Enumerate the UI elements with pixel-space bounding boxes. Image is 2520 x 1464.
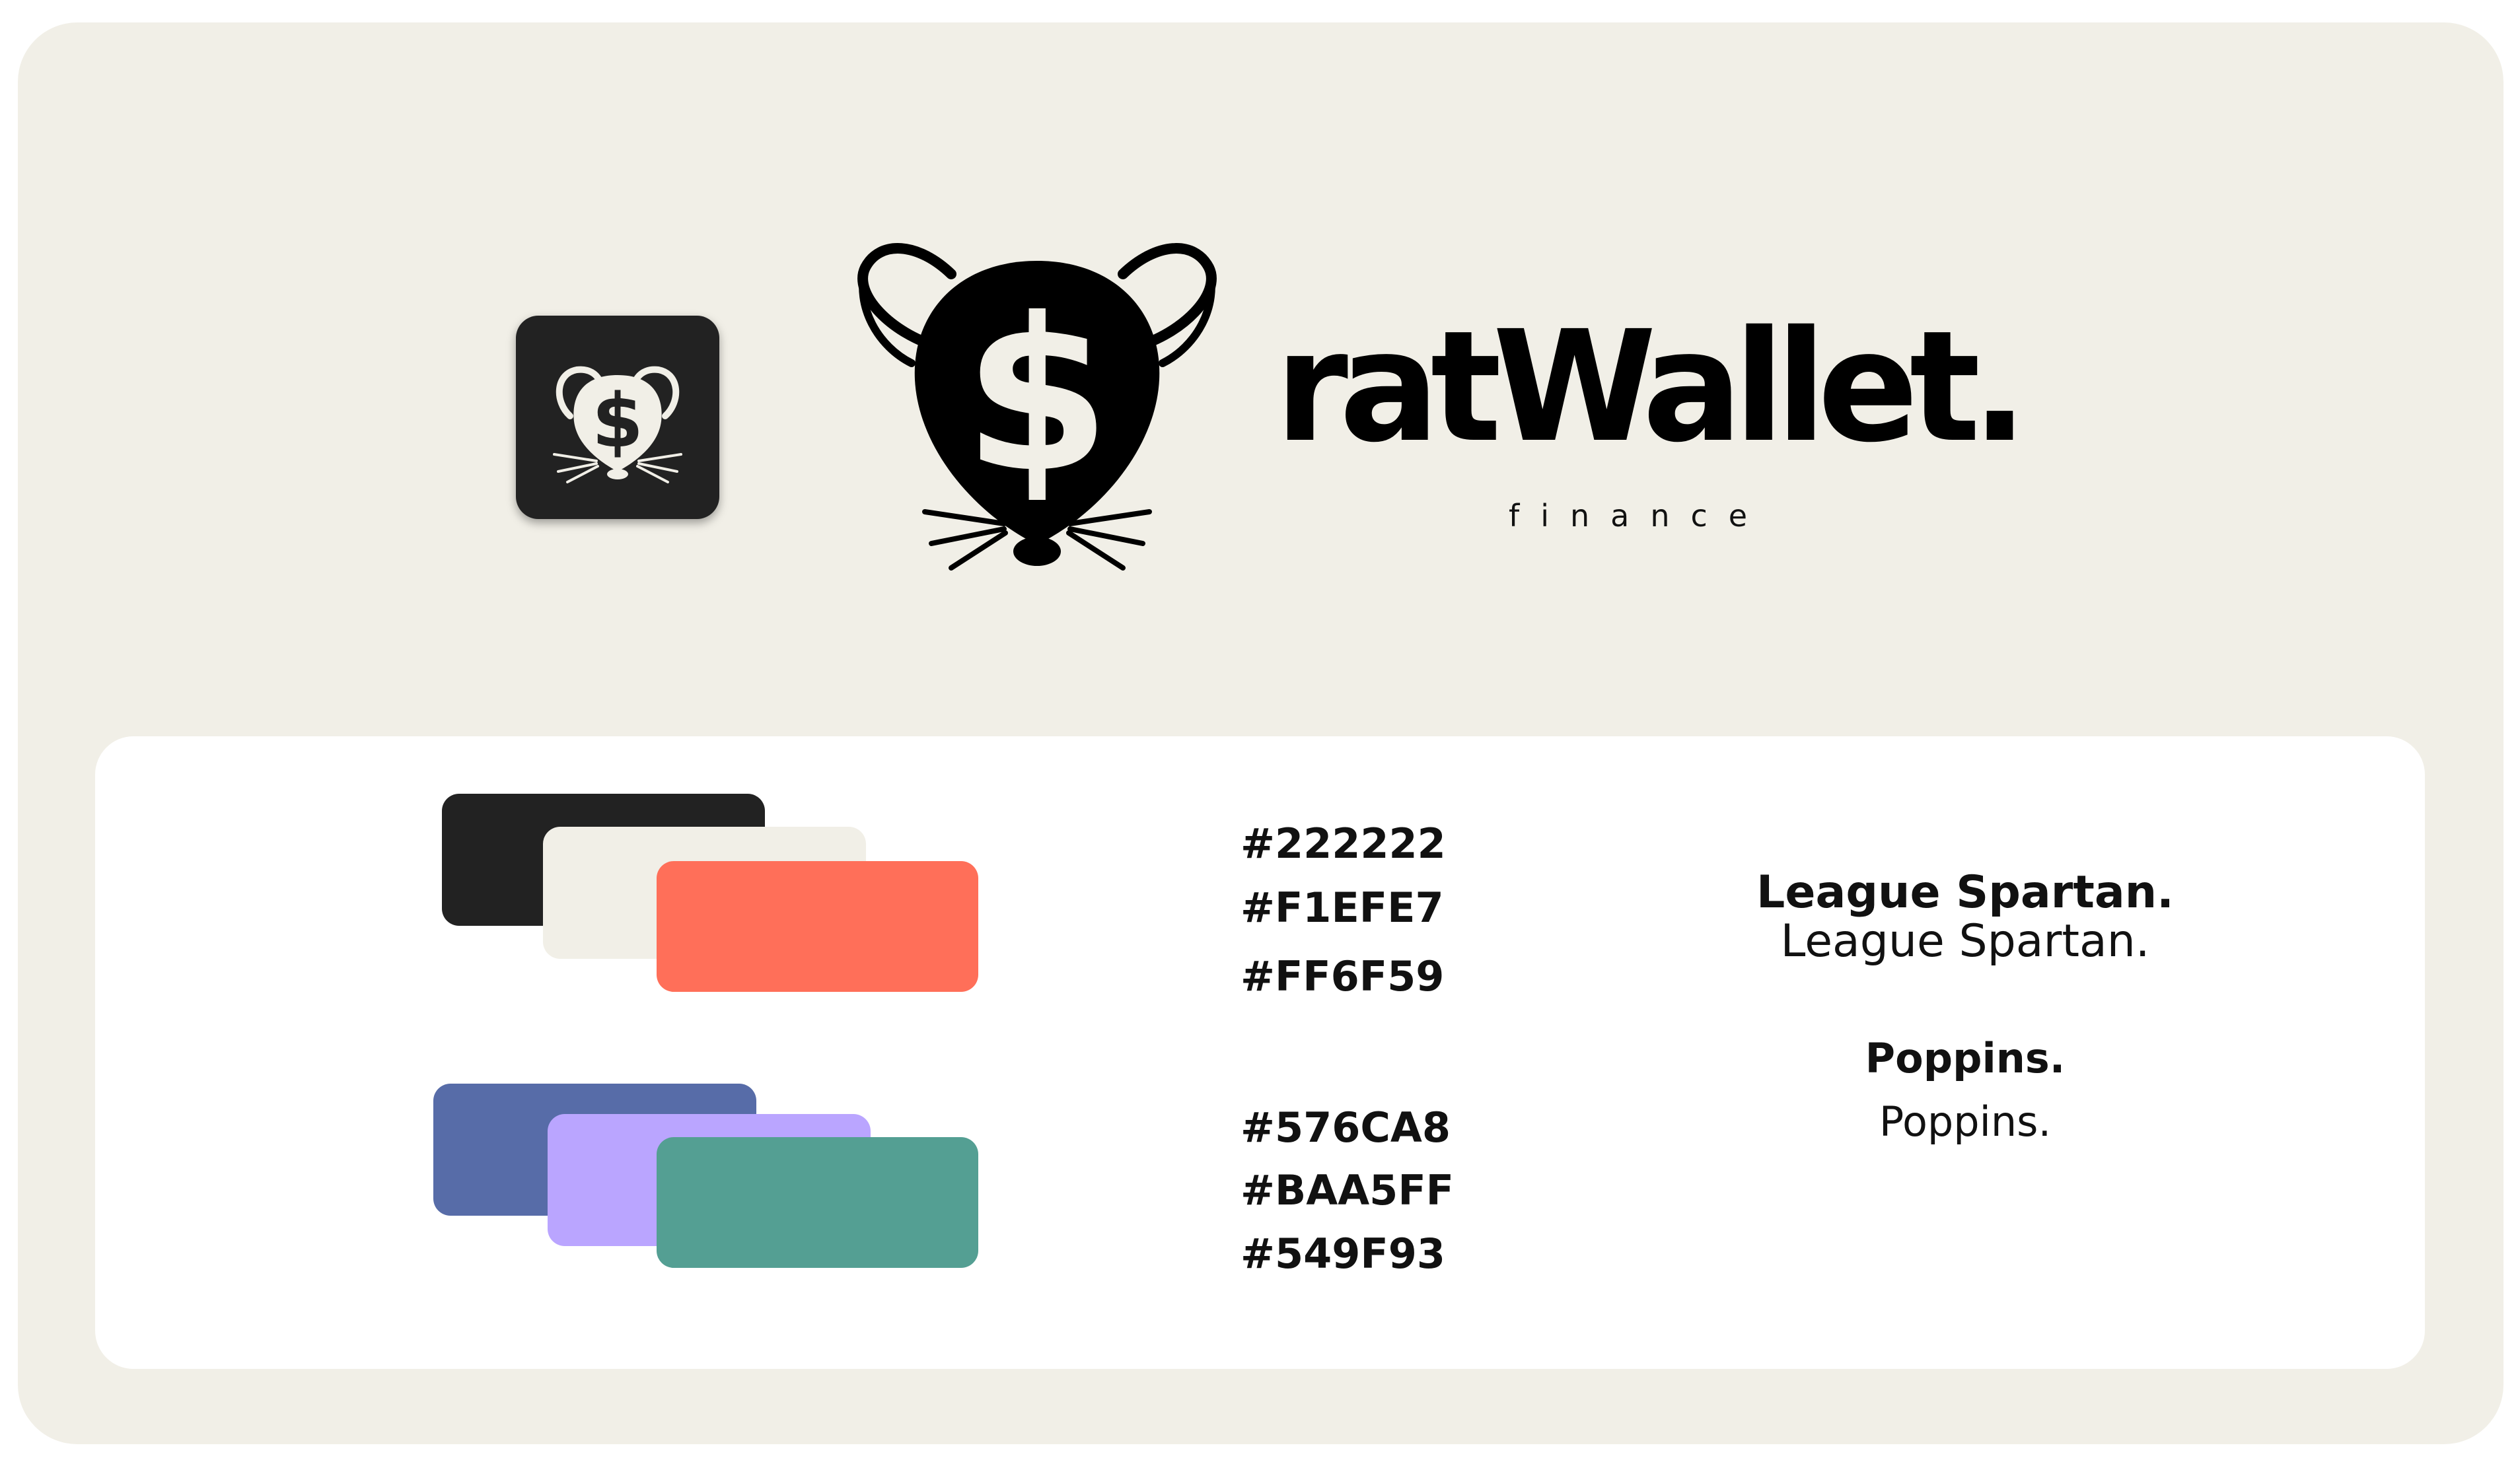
hex-code-label: #FF6F59 xyxy=(1241,952,1445,1000)
brand-wordmark: ratWallet. finance xyxy=(1275,310,2028,535)
font-sample-body-regular: Poppins. xyxy=(1879,1098,2052,1146)
hex-code-label: #549F93 xyxy=(1241,1230,1445,1278)
hex-code-label: #BAA5FF xyxy=(1241,1166,1455,1214)
brand-tagline: finance xyxy=(1509,498,1769,534)
hex-code-label: #576CA8 xyxy=(1241,1103,1451,1152)
svg-text:$: $ xyxy=(964,273,1111,519)
rat-dollar-icon: $ xyxy=(553,366,682,483)
hex-code-label: #222222 xyxy=(1241,819,1446,868)
font-sample-heading-bold: League Spartan. xyxy=(1756,866,2174,919)
brand-name: ratWallet. xyxy=(1275,298,2028,476)
rat-mascot-logo: $ xyxy=(857,243,1217,571)
color-swatch-ff6f59 xyxy=(657,861,978,992)
font-sample-heading-regular: League Spartan. xyxy=(1780,915,2150,967)
app-icon: $ xyxy=(516,316,719,519)
hex-code-label: #F1EFE7 xyxy=(1241,884,1444,932)
font-sample-body-bold: Poppins. xyxy=(1865,1034,2066,1082)
color-swatch-549f93 xyxy=(657,1137,978,1268)
svg-text:$: $ xyxy=(592,378,643,464)
